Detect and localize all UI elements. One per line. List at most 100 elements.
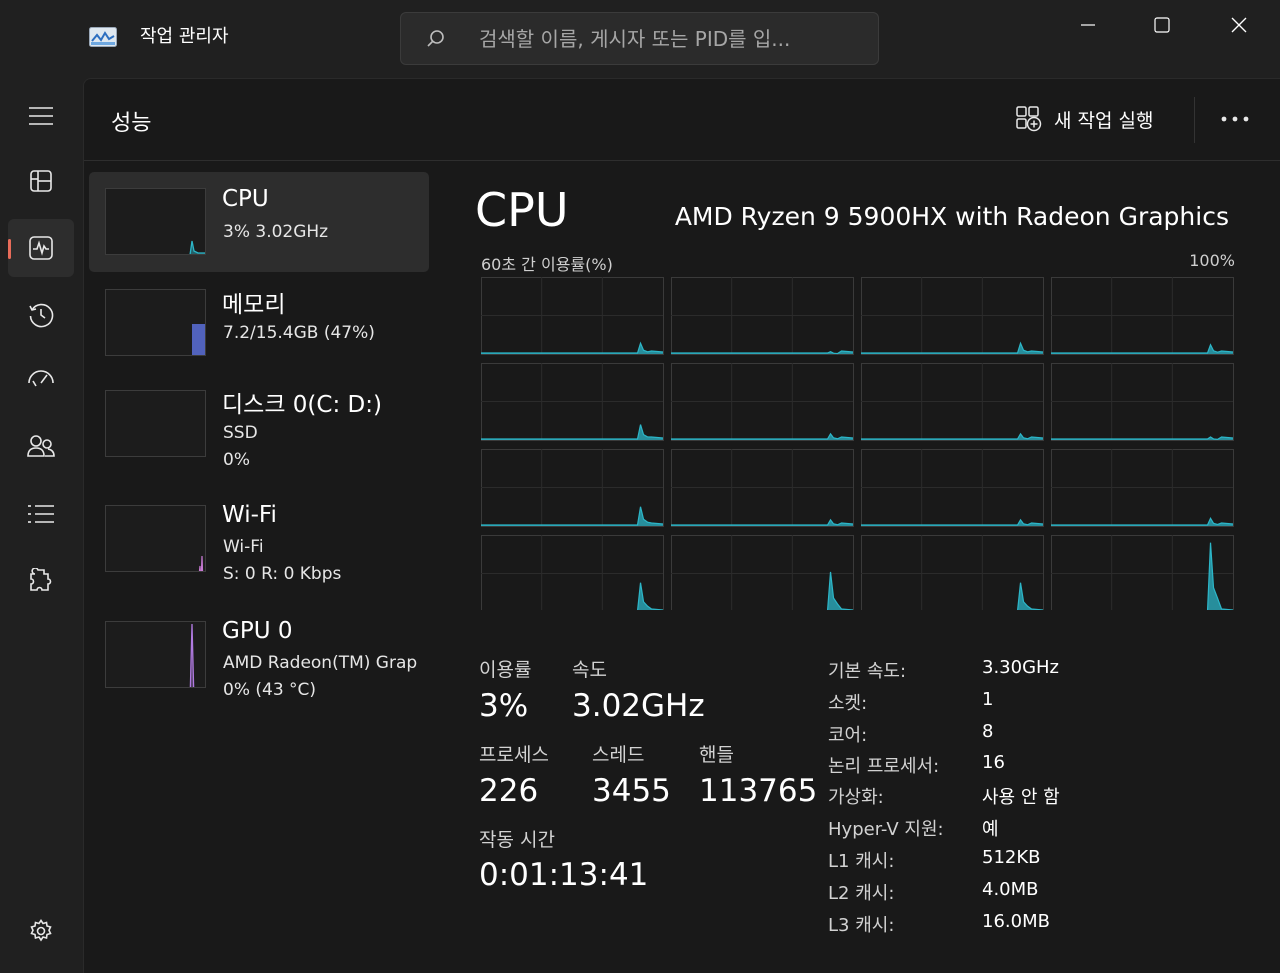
device-stats: 7.2/15.4GB (47%) <box>223 323 375 343</box>
speed-value: 3.02GHz <box>572 688 705 724</box>
device-name: 메모리 <box>222 292 286 318</box>
core-graph <box>861 535 1044 610</box>
nav-users[interactable] <box>8 418 74 476</box>
page-header: 성능 새 작업 실행 <box>84 79 1280 161</box>
maximize-button[interactable] <box>1124 0 1200 50</box>
run-task-label: 새 작업 실행 <box>1054 109 1154 132</box>
hamburger-menu-button[interactable] <box>8 87 74 145</box>
memory-thumbnail-graph <box>105 289 206 356</box>
task-manager-icon <box>89 27 117 47</box>
maximize-icon <box>1154 17 1170 33</box>
device-stats: 0% <box>223 450 250 470</box>
device-wifi[interactable]: Wi-Fi Wi-Fi S: 0 R: 0 Kbps <box>89 490 429 590</box>
core-graph <box>481 363 664 441</box>
disk-thumbnail-graph <box>105 390 206 457</box>
info-value: 사용 안 함 <box>982 787 1060 808</box>
minimize-icon <box>1081 24 1095 26</box>
search-box[interactable] <box>400 12 879 65</box>
nav-services[interactable] <box>8 552 74 610</box>
core-graph <box>1051 277 1234 355</box>
header-divider <box>1194 97 1195 143</box>
utilization-graph-max: 100% <box>1189 251 1235 270</box>
hamburger-icon <box>29 107 53 125</box>
info-label: 논리 프로세서: <box>828 756 940 777</box>
device-name: GPU 0 <box>222 618 293 644</box>
memory-thumbnail-bar <box>192 324 205 355</box>
core-graph <box>861 449 1044 527</box>
device-disk[interactable]: 디스크 0(C: D:) SSD 0% <box>89 373 429 473</box>
core-graph <box>671 449 854 527</box>
gpu-thumbnail-line <box>189 623 195 687</box>
info-label: L2 캐시: <box>828 883 895 904</box>
close-button[interactable] <box>1201 0 1277 50</box>
run-task-icon <box>1016 106 1042 132</box>
wifi-thumbnail-graph <box>105 505 206 572</box>
info-label: 소켓: <box>828 693 868 714</box>
processes-label: 프로세스 <box>479 744 549 766</box>
handles-label: 핸들 <box>699 744 734 766</box>
device-adapter: Wi-Fi <box>223 537 264 557</box>
search-input[interactable] <box>479 21 869 57</box>
info-label: 기본 속도: <box>828 661 907 682</box>
core-graph <box>671 535 854 610</box>
device-adapter: AMD Radeon(TM) Grap <box>223 653 418 673</box>
speed-label: 속도 <box>572 659 607 681</box>
close-icon <box>1231 17 1247 33</box>
wifi-thumbnail-line <box>198 555 204 571</box>
utilization-value: 3% <box>479 688 529 724</box>
core-graph <box>481 535 664 610</box>
cpu-thumbnail-graph <box>105 188 206 255</box>
info-value: 4.0MB <box>982 879 1039 900</box>
info-label: 가상화: <box>828 787 884 808</box>
active-indicator <box>8 239 11 259</box>
logical-processor-graphs <box>481 277 1234 610</box>
core-graph <box>861 277 1044 355</box>
core-graph <box>1051 449 1234 527</box>
app-history-icon <box>29 303 54 328</box>
nav-app-history[interactable] <box>8 286 74 344</box>
minimize-button[interactable] <box>1050 0 1126 50</box>
more-options-button[interactable] <box>1212 101 1258 137</box>
nav-settings[interactable] <box>8 902 74 960</box>
info-value: 16.0MB <box>982 911 1050 932</box>
settings-icon <box>30 919 52 942</box>
cpu-thumbnail-line <box>189 240 205 254</box>
title-bar: 작업 관리자 <box>0 0 1280 80</box>
info-value: 1 <box>982 689 994 710</box>
info-value: 8 <box>982 721 994 742</box>
device-type: SSD <box>223 423 258 443</box>
disk-thumbnail-line <box>106 391 206 457</box>
utilization-label: 이용률 <box>479 659 532 681</box>
info-value: 512KB <box>982 847 1041 868</box>
info-label: Hyper-V 지원: <box>828 819 944 840</box>
search-icon <box>427 30 444 47</box>
device-cpu[interactable]: CPU 3% 3.02GHz <box>89 172 429 272</box>
utilization-graph-label: 60초 간 이용률(%) <box>481 255 613 274</box>
detail-title: CPU <box>475 183 569 237</box>
core-graph <box>671 277 854 355</box>
device-memory[interactable]: 메모리 7.2/15.4GB (47%) <box>89 271 429 371</box>
device-stats: 0% (43 °C) <box>223 680 317 700</box>
uptime-value: 0:01:13:41 <box>479 857 649 893</box>
nav-startup-apps[interactable] <box>8 351 74 409</box>
info-label: L3 캐시: <box>828 915 895 936</box>
startup-apps-icon <box>28 370 54 387</box>
nav-processes[interactable] <box>8 152 74 210</box>
threads-value: 3455 <box>592 773 671 809</box>
page-title: 성능 <box>111 111 152 136</box>
run-new-task-button[interactable]: 새 작업 실행 <box>1016 101 1153 137</box>
services-icon <box>30 568 52 591</box>
core-graph <box>861 363 1044 441</box>
core-graph <box>1051 363 1234 441</box>
processes-value: 226 <box>479 773 539 809</box>
nav-details[interactable] <box>8 485 74 543</box>
device-gpu[interactable]: GPU 0 AMD Radeon(TM) Grap 0% (43 °C) <box>89 606 429 706</box>
handles-value: 113765 <box>699 773 818 809</box>
app-title: 작업 관리자 <box>140 26 229 47</box>
device-stats: 3% 3.02GHz <box>223 222 329 242</box>
core-graph <box>481 449 664 527</box>
uptime-label: 작동 시간 <box>479 829 555 851</box>
gpu-thumbnail-graph <box>105 621 206 688</box>
more-icon <box>1221 116 1249 122</box>
nav-performance[interactable] <box>8 219 74 277</box>
